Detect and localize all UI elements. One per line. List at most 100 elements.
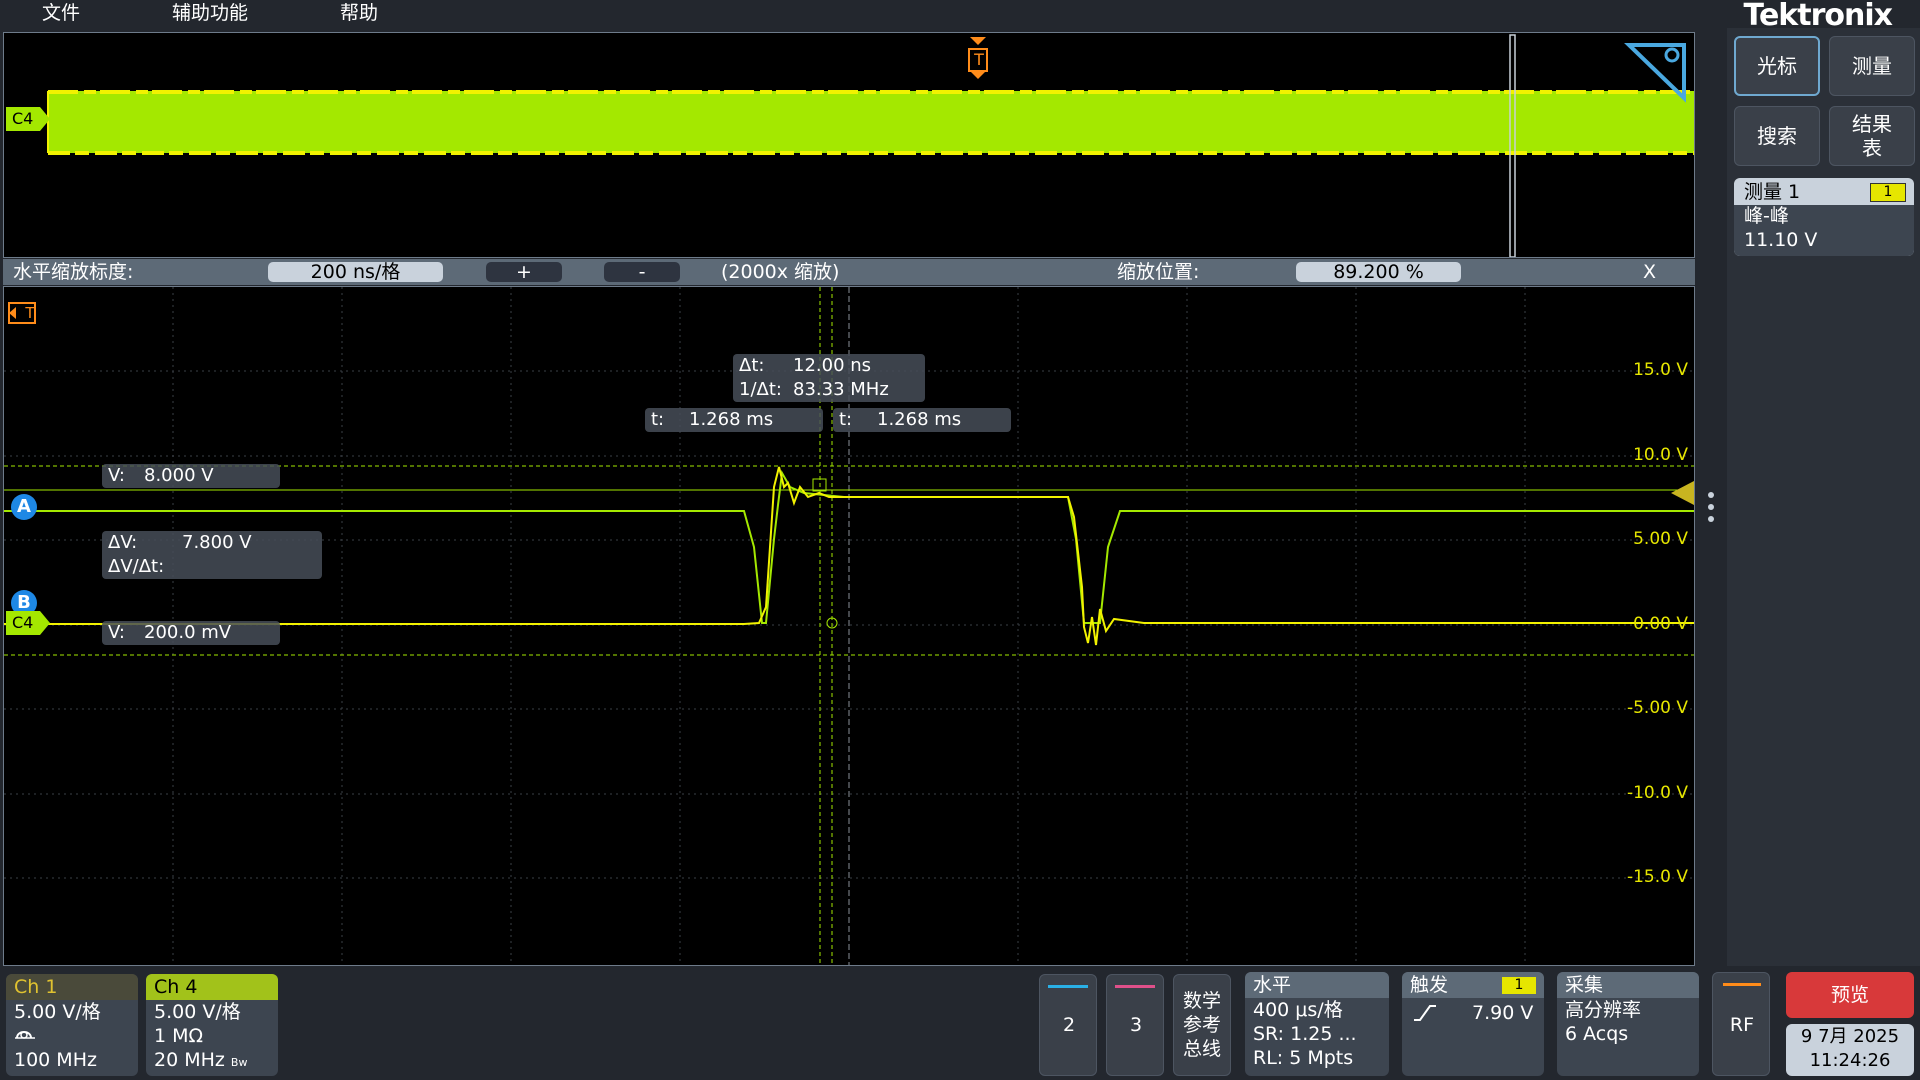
measure-button[interactable]: 测量 (1829, 36, 1915, 96)
cursor-a-voltage-value: 8.000 V (144, 465, 214, 486)
ch4-bandwidth-row: 20 MHz Bw (146, 1048, 278, 1072)
overview-waveform-svg (6, 34, 1694, 257)
y-tick-label: -10.0 V (1626, 783, 1688, 803)
acquisition-title: 采集 (1557, 972, 1699, 998)
zoom-in-button[interactable]: + (486, 262, 562, 282)
trigger-level-marker (1671, 481, 1694, 505)
trigger-badge[interactable]: 触发 1 7.90 V (1402, 972, 1544, 1076)
overview-trigger-label: T (974, 50, 984, 69)
preview-button[interactable]: 预览 (1786, 972, 1914, 1018)
ch4-title: Ch 4 (146, 974, 278, 1000)
probe-icon (6, 1024, 138, 1048)
math-ref-bus-button[interactable]: 数学 参考 总线 (1173, 974, 1231, 1076)
delta-v-readout: ΔV: 7.800 V ΔV/Δt: (102, 531, 322, 579)
delta-t-value: 12.00 ns (793, 355, 872, 376)
y-tick-label: -15.0 V (1626, 867, 1688, 887)
ch4-marker-label: C4 (12, 613, 34, 632)
ch2-color-bar (1048, 985, 1088, 988)
cursor-b-voltage-value: 200.0 mV (144, 622, 232, 643)
zoom-close-button[interactable]: X (1643, 259, 1656, 285)
rf-button[interactable]: RF (1712, 972, 1770, 1076)
cursor-button[interactable]: 光标 (1734, 36, 1820, 96)
horizontal-record-length: RL: 5 Mpts (1253, 1047, 1354, 1069)
ch1-bandwidth: 100 MHz (14, 1049, 97, 1071)
zoom-icon-lens (1664, 47, 1680, 63)
cursor-a-voltage-readout: V: 8.000 V (102, 464, 280, 488)
cursor-b-voltage-label: V: (108, 622, 125, 643)
trigger-marker-arrow (9, 307, 16, 319)
cursor-2-time-label: t: (839, 409, 853, 430)
y-tick-label: 10.0 V (1633, 445, 1688, 465)
acquisition-badge[interactable]: 采集 高分辨率 6 Acqs (1557, 972, 1699, 1076)
cursor-a-label: A (17, 496, 31, 517)
measurement-1-source-badge: 1 (1870, 183, 1906, 202)
trigger-position-arrow (970, 37, 986, 45)
zoom-scale-field[interactable]: 200 ns/格 (268, 262, 443, 282)
y-tick-label: 15.0 V (1633, 360, 1688, 380)
add-channel-2-button[interactable]: 2 (1039, 974, 1097, 1076)
ch1-scale: 5.00 V/格 (14, 1001, 101, 1023)
trigger-level: 7.90 V (1472, 1002, 1534, 1024)
results-side-panel (1727, 28, 1920, 966)
delta-t-label: Δt: (739, 355, 765, 376)
y-tick-label: 0.00 V (1633, 614, 1688, 634)
trigger-position-tail (970, 71, 986, 79)
inv-delta-t-label: 1/Δt: (739, 379, 782, 400)
trigger-source-badge: 1 (1502, 977, 1536, 994)
date-time-display[interactable]: 9 7月 2025 11:24:26 (1786, 1024, 1914, 1076)
trigger-title: 触发 (1410, 974, 1449, 996)
ch4-scale: 5.00 V/格 (154, 1001, 241, 1023)
acquisition-count: 6 Acqs (1565, 1023, 1629, 1045)
acquisition-mode: 高分辨率 (1565, 999, 1642, 1021)
zoom-factor-text: (2000x 缩放) (721, 261, 840, 283)
overview-waveform-view[interactable]: T C4 (3, 32, 1695, 258)
horizontal-badge[interactable]: 水平 400 μs/格 SR: 1.25 ... RL: 5 Mpts (1245, 972, 1389, 1076)
menu-bar: 文件 辅助功能 帮助 Tektronix (0, 0, 1920, 33)
cursor-b-voltage-readout: V: 200.0 mV (102, 621, 280, 645)
horizontal-scale: 400 μs/格 (1253, 999, 1343, 1021)
y-tick-label: 5.00 V (1633, 529, 1688, 549)
cursor-a-voltage-label: V: (108, 465, 125, 486)
horizontal-title: 水平 (1245, 972, 1389, 998)
menu-help[interactable]: 帮助 (340, 0, 378, 30)
ref-label: 参考 (1182, 1014, 1221, 1036)
date: 9 7月 2025 (1800, 1026, 1900, 1047)
ch4-bandwidth: 20 MHz (154, 1049, 225, 1071)
zoom-scale-label: 水平缩放标度: (13, 261, 134, 283)
rf-label: RF (1729, 1014, 1755, 1036)
cursor-1-time-readout: t: 1.268 ms (645, 408, 823, 432)
delta-t-readout: Δt: 12.00 ns 1/Δt: 83.33 MHz (733, 354, 925, 402)
bus-label: 总线 (1182, 1038, 1221, 1060)
cursor-2-time-readout: t: 1.268 ms (833, 408, 1011, 432)
ch1-title: Ch 1 (6, 974, 138, 1000)
ch2-label: 2 (1062, 1014, 1076, 1036)
overview-channel-label: C4 (12, 109, 34, 128)
zoom-out-button[interactable]: - (604, 262, 680, 282)
rf-color-bar (1723, 983, 1761, 986)
rising-edge-icon (1414, 1005, 1436, 1021)
inv-delta-t-value: 83.33 MHz (793, 379, 889, 400)
cursor-2-time-value: 1.268 ms (877, 409, 962, 430)
ch4-impedance: 1 MΩ (154, 1025, 204, 1047)
horizontal-sample-rate: SR: 1.25 ... (1253, 1023, 1357, 1045)
ch1-badge[interactable]: Ch 1 5.00 V/格 100 MHz (6, 974, 138, 1076)
panel-expand-handle[interactable] (1708, 490, 1716, 526)
zoom-position-field[interactable]: 89.200 % (1296, 262, 1461, 282)
zoom-waveform-view[interactable]: T A B C4 Δt: 12.00 ns 1/Δt: 83.33 MHz t:… (3, 286, 1695, 966)
menu-file[interactable]: 文件 (42, 0, 80, 30)
ch3-label: 3 (1129, 1014, 1143, 1036)
search-button[interactable]: 搜索 (1734, 106, 1820, 166)
menu-utility[interactable]: 辅助功能 (172, 0, 248, 30)
cursor-1-time-label: t: (651, 409, 665, 430)
results-table-button[interactable]: 结果表 (1829, 106, 1915, 166)
trigger-marker-label: T (25, 304, 35, 322)
measurement-1-badge[interactable]: 测量 1 1 峰-峰 11.10 V (1734, 178, 1914, 256)
time: 11:24:26 (1809, 1050, 1891, 1071)
delta-v-label: ΔV: (108, 532, 138, 553)
bandwidth-limit-mark: Bw (230, 1056, 248, 1069)
math-label: 数学 (1182, 990, 1221, 1012)
delta-v-value: 7.800 V (182, 532, 252, 553)
add-channel-3-button[interactable]: 3 (1106, 974, 1164, 1076)
measurement-1-value: 11.10 V (1744, 229, 1818, 251)
ch4-badge[interactable]: Ch 4 5.00 V/格 1 MΩ 20 MHz Bw (146, 974, 278, 1076)
